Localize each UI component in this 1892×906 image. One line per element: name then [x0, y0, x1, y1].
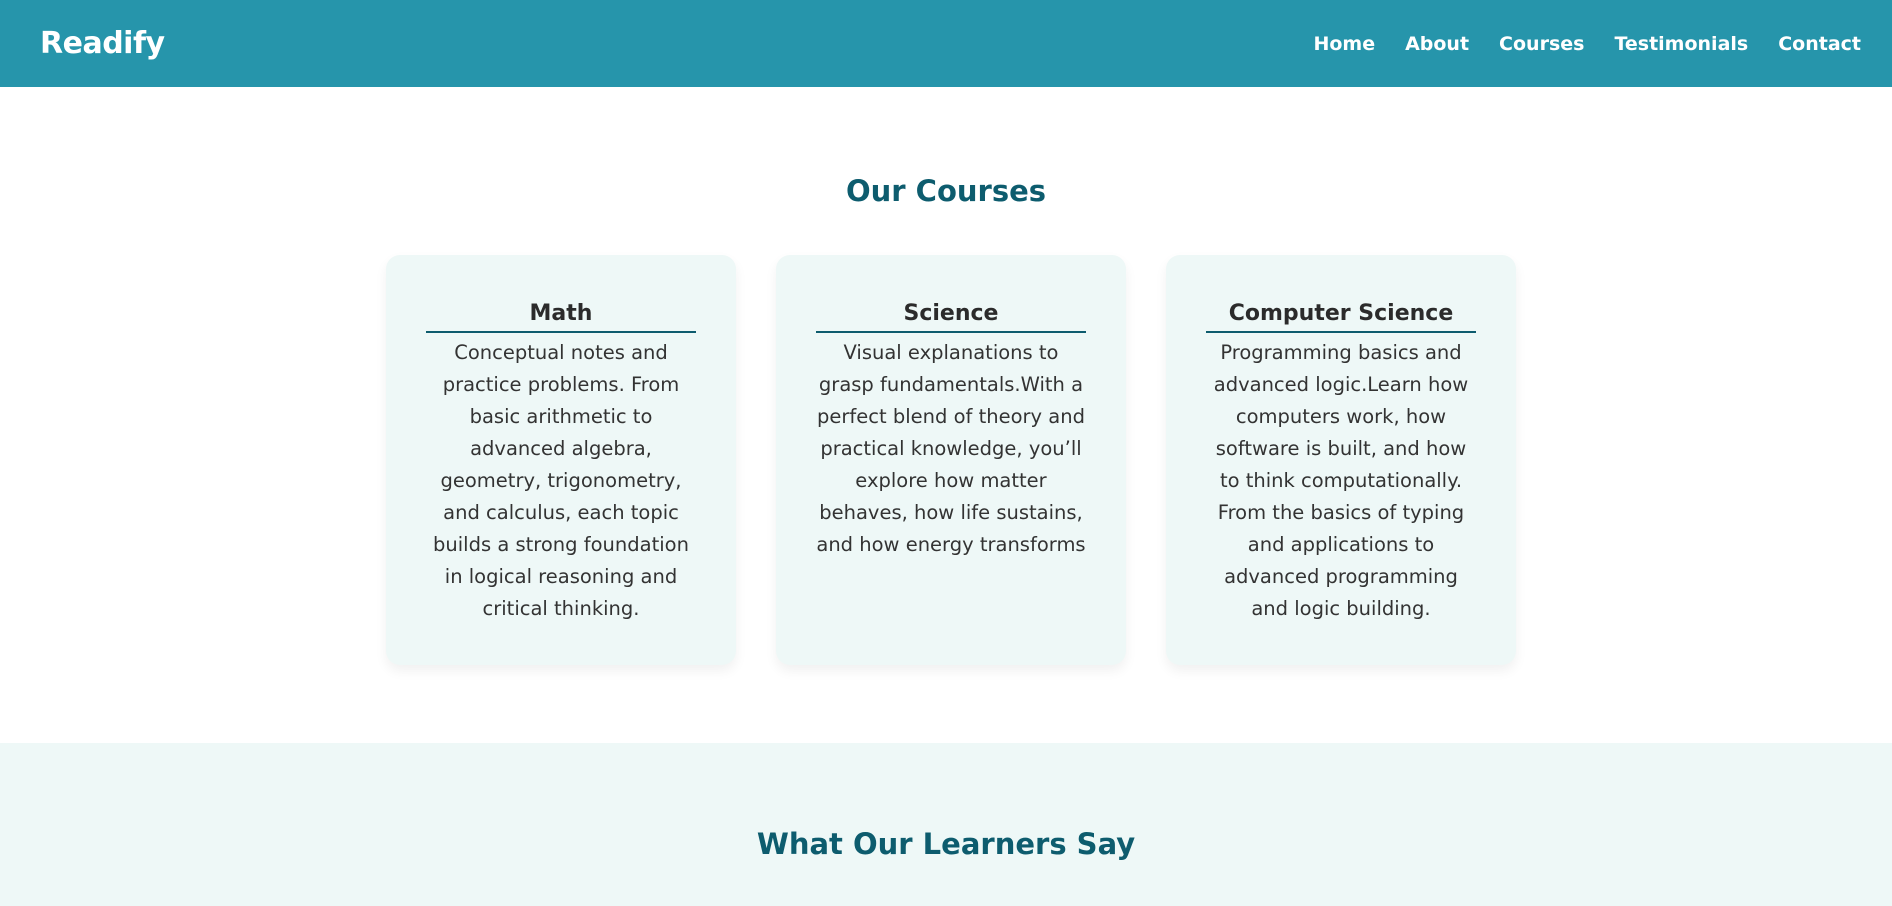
- nav-links: Home About Courses Testimonials Contact: [1283, 33, 1861, 55]
- nav-link-contact[interactable]: Contact: [1778, 33, 1861, 55]
- brand-logo[interactable]: Readify: [40, 26, 165, 61]
- nav-link-home[interactable]: Home: [1313, 33, 1375, 55]
- course-card-science: Science Visual explanations to grasp fun…: [776, 255, 1126, 665]
- testimonials-heading: What Our Learners Say: [756, 827, 1136, 861]
- nav-link-testimonials[interactable]: Testimonials: [1614, 33, 1748, 55]
- courses-heading: Our Courses: [845, 174, 1047, 208]
- course-card-description: Conceptual notes and practice problems. …: [433, 341, 689, 620]
- courses-section: Our Courses Math Conceptual notes and pr…: [0, 87, 1892, 743]
- course-cards: Math Conceptual notes and practice probl…: [386, 255, 1516, 665]
- testimonials-section: What Our Learners Say: [0, 743, 1892, 906]
- course-card-title: Math: [426, 299, 696, 333]
- nav-link-courses[interactable]: Courses: [1499, 33, 1584, 55]
- course-card-description: Visual explanations to grasp fundamental…: [816, 341, 1086, 556]
- nav-link-about[interactable]: About: [1405, 33, 1469, 55]
- course-card-computer-science: Computer Science Programming basics and …: [1166, 255, 1516, 665]
- course-card-math: Math Conceptual notes and practice probl…: [386, 255, 736, 665]
- course-card-title: Science: [816, 299, 1086, 333]
- course-card-title: Computer Science: [1206, 299, 1476, 333]
- course-card-description: Programming basics and advanced logic.Le…: [1213, 341, 1469, 620]
- top-navbar: Readify Home About Courses Testimonials …: [0, 0, 1892, 87]
